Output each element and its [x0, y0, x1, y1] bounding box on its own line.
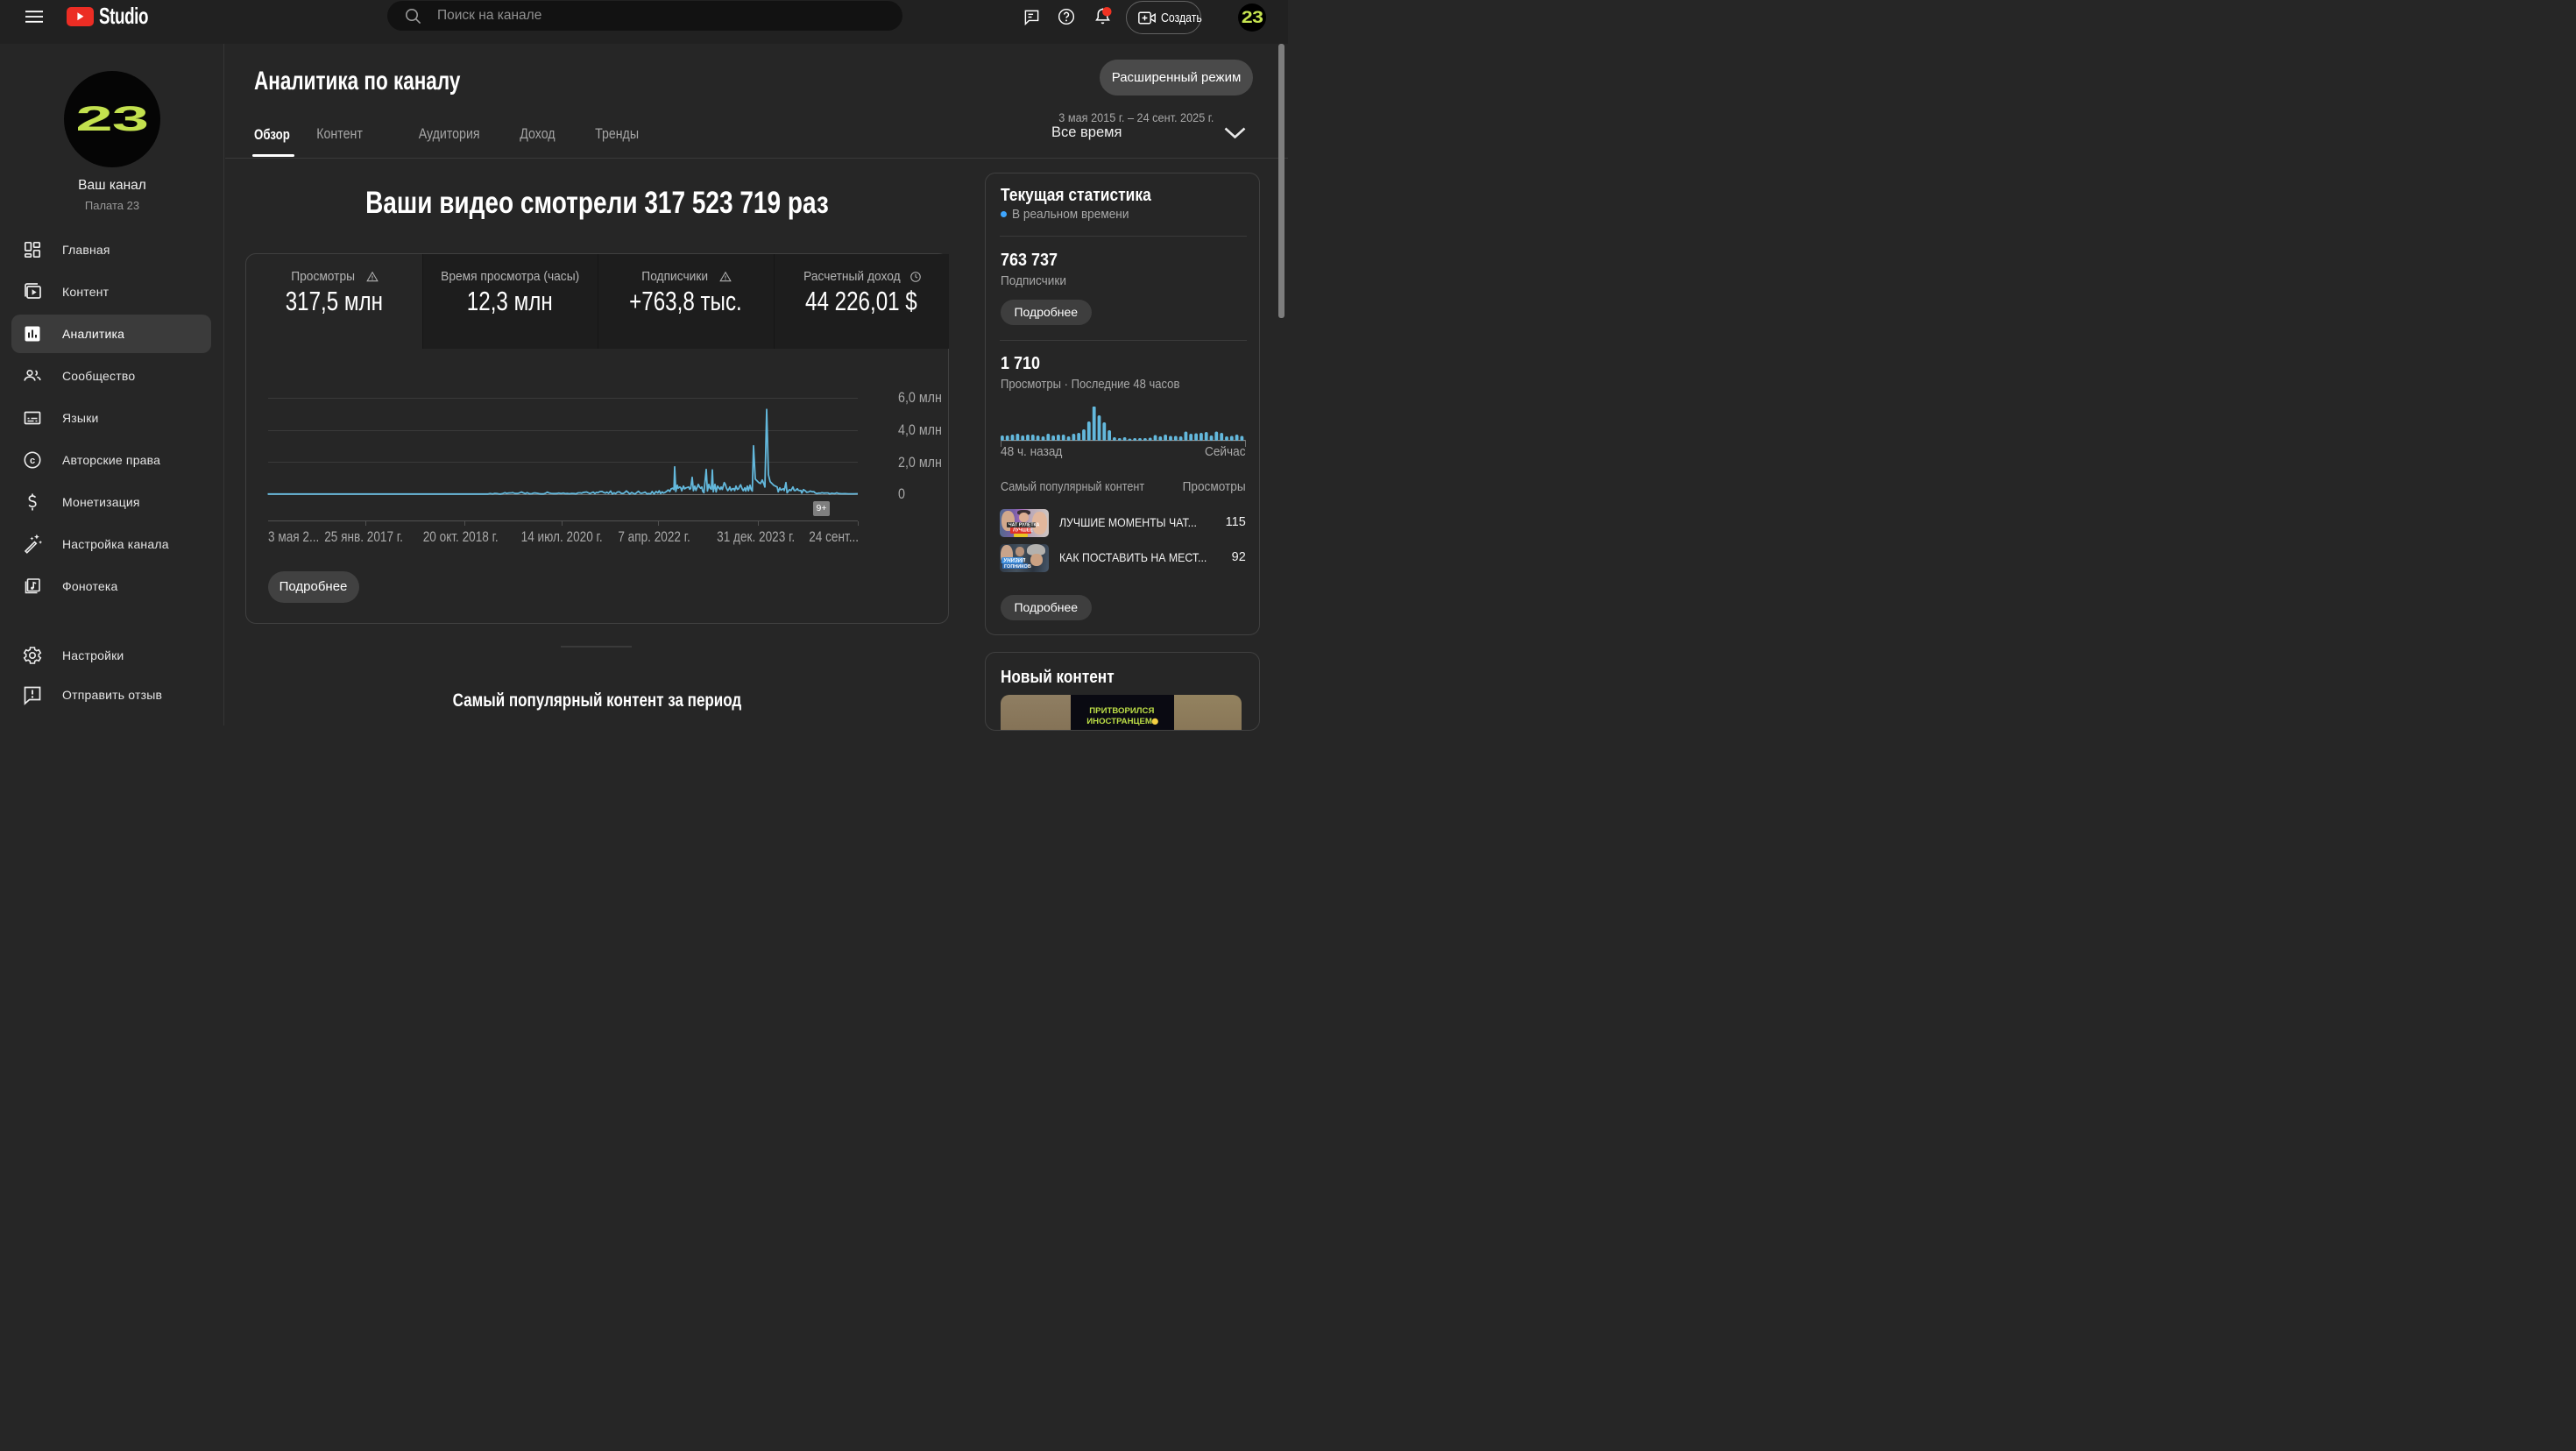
svg-text:c: c [30, 456, 35, 466]
